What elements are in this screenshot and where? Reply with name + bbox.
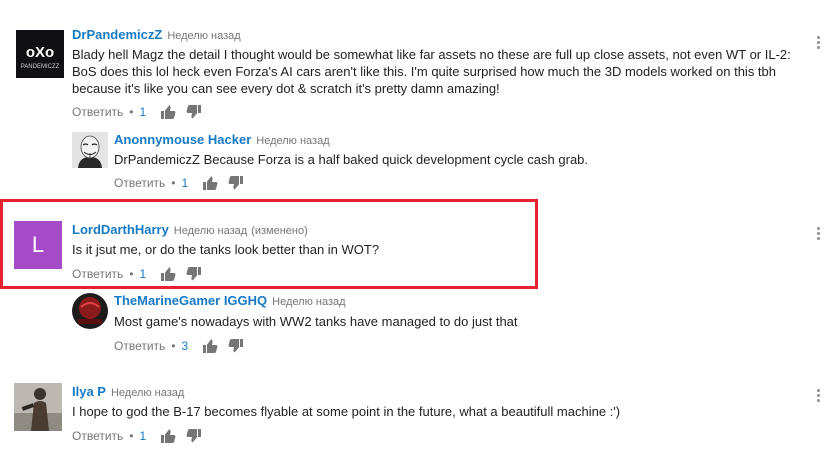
avatar[interactable] xyxy=(14,383,62,431)
reply-button[interactable]: Ответить xyxy=(72,429,123,443)
like-count: 1 xyxy=(139,105,147,119)
comment-text: I hope to god the B-17 becomes flyable a… xyxy=(72,404,621,419)
comment-author[interactable]: TheMarineGamer IGGHQ xyxy=(114,293,267,308)
comment-author[interactable]: LordDarthHarry xyxy=(72,222,169,237)
thumbs-down-icon[interactable] xyxy=(228,175,244,191)
avatar[interactable] xyxy=(72,293,108,329)
edited-label: (изменено) xyxy=(251,225,308,237)
separator-dot: • xyxy=(129,267,134,281)
comment-actions: Ответить • 1 xyxy=(72,428,212,444)
separator-dot: • xyxy=(171,176,176,190)
comment-time[interactable]: Неделю назад xyxy=(111,387,184,399)
like-count: 3 xyxy=(181,339,189,353)
channel-emblem-icon xyxy=(72,293,108,329)
comment-menu-button[interactable] xyxy=(813,225,823,241)
thumbs-up-icon[interactable] xyxy=(160,428,176,444)
comment-author[interactable]: Ilya P xyxy=(72,384,106,399)
comment-time[interactable]: Неделю назад xyxy=(272,296,345,308)
reply-button[interactable]: Ответить xyxy=(72,267,123,281)
mask-avatar-icon xyxy=(72,132,108,168)
comment-header: LordDarthHarry Неделю назад (изменено) xyxy=(72,222,308,239)
comment-header: Ilya P Неделю назад xyxy=(72,384,184,401)
avatar[interactable] xyxy=(72,132,108,168)
separator-dot: • xyxy=(171,339,176,353)
separator-dot: • xyxy=(129,105,134,119)
channel-logo-icon: oXo PANDEMICZZ xyxy=(16,30,64,78)
comment-text: Is it jsut me, or do the tanks look bett… xyxy=(72,242,380,257)
comment-author[interactable]: Anonnymouse Hacker xyxy=(114,132,251,147)
thumbs-up-icon[interactable] xyxy=(202,175,218,191)
comment-actions: Ответить • 1 xyxy=(114,175,254,191)
comment-actions: Ответить • 1 xyxy=(72,104,212,120)
avatar[interactable]: L xyxy=(14,221,62,269)
thumbs-down-icon[interactable] xyxy=(228,338,244,354)
comment-actions: Ответить • 3 xyxy=(114,338,254,354)
comment-menu-button[interactable] xyxy=(813,34,823,50)
comment-time[interactable]: Неделю назад xyxy=(256,135,329,147)
reply-button[interactable]: Ответить xyxy=(114,176,165,190)
separator-dot: • xyxy=(129,429,134,443)
comment-time[interactable]: Неделю назад xyxy=(174,225,247,237)
reply-button[interactable]: Ответить xyxy=(72,105,123,119)
thumbs-down-icon[interactable] xyxy=(186,104,202,120)
thumbs-up-icon[interactable] xyxy=(160,266,176,282)
photo-avatar-icon xyxy=(14,383,62,431)
comment-time[interactable]: Неделю назад xyxy=(167,30,240,42)
comment-author[interactable]: DrPandemiczZ xyxy=(72,27,162,42)
comment-text: Blady hell Magz the detail I thought wou… xyxy=(72,47,791,96)
comment-text: DrPandemiczZ Because Forza is a half bak… xyxy=(114,152,589,167)
avatar[interactable]: oXo PANDEMICZZ xyxy=(16,30,64,78)
comment-actions: Ответить • 1 xyxy=(72,266,212,282)
like-count: 1 xyxy=(139,429,147,443)
reply-button[interactable]: Ответить xyxy=(114,339,165,353)
comment-header: DrPandemiczZ Неделю назад xyxy=(72,27,241,44)
thumbs-down-icon[interactable] xyxy=(186,266,202,282)
avatar-letter: L xyxy=(31,232,45,257)
thumbs-up-icon[interactable] xyxy=(160,104,176,120)
thumbs-up-icon[interactable] xyxy=(202,338,218,354)
like-count: 1 xyxy=(181,176,189,190)
like-count: 1 xyxy=(139,267,147,281)
avatar-logo-text: oXo xyxy=(26,44,54,61)
avatar-logo-subtext: PANDEMICZZ xyxy=(21,64,60,70)
comment-header: Anonnymouse Hacker Неделю назад xyxy=(114,132,330,149)
comment-menu-button[interactable] xyxy=(813,387,823,403)
thumbs-down-icon[interactable] xyxy=(186,428,202,444)
comment-text: Most game's nowadays with WW2 tanks have… xyxy=(114,314,518,329)
comment-header: TheMarineGamer IGGHQ Неделю назад xyxy=(114,293,346,310)
